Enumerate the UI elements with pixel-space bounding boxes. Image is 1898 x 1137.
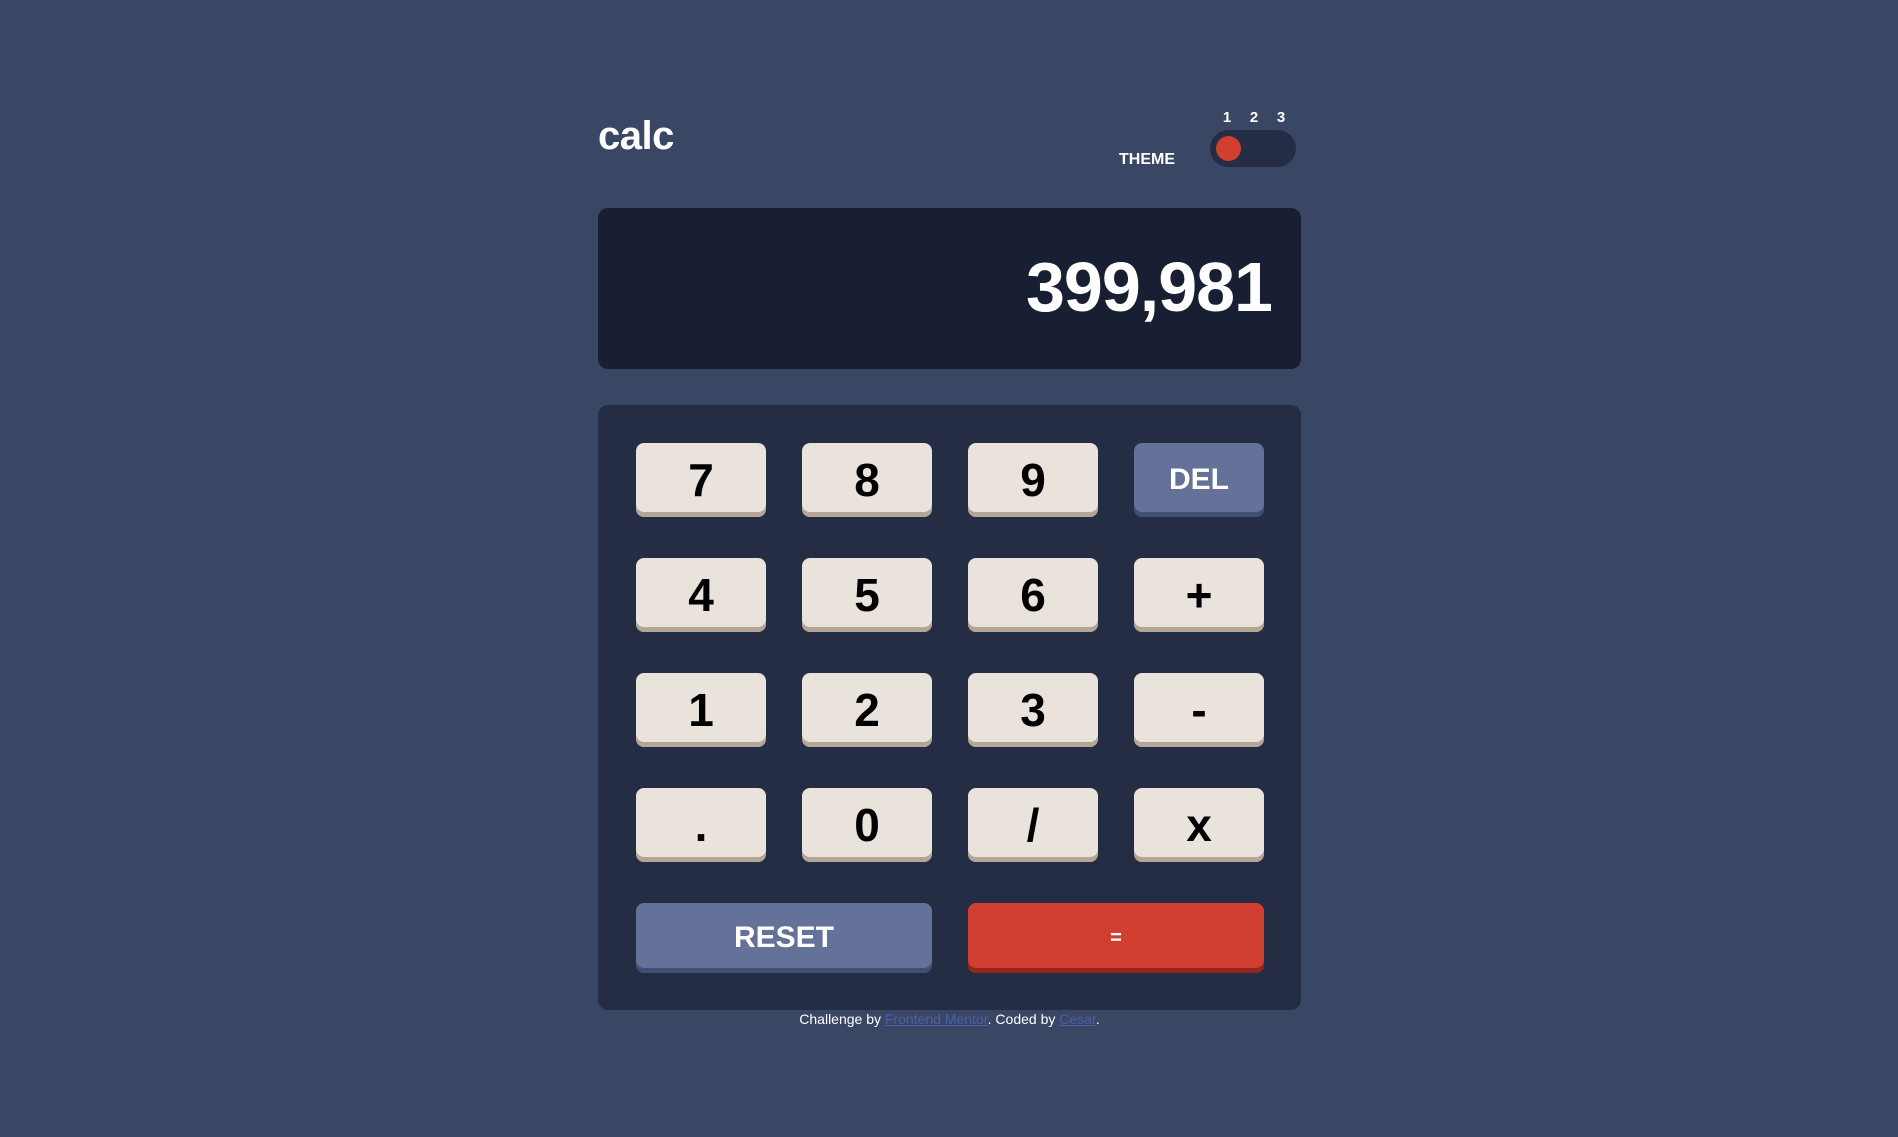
key-divide[interactable]: / — [968, 788, 1098, 862]
key-9[interactable]: 9 — [968, 443, 1098, 517]
app-title: calc — [598, 114, 674, 158]
equals-button[interactable]: = — [968, 903, 1264, 973]
author-link[interactable]: Cesar — [1059, 1011, 1096, 1027]
footer-prefix: Challenge by — [799, 1011, 885, 1027]
theme-number-2[interactable]: 2 — [1244, 110, 1264, 126]
key-0[interactable]: 0 — [802, 788, 932, 862]
key-2[interactable]: 2 — [802, 673, 932, 747]
key-decimal[interactable]: . — [636, 788, 766, 862]
key-8[interactable]: 8 — [802, 443, 932, 517]
reset-button[interactable]: RESET — [636, 903, 932, 973]
key-plus[interactable]: + — [1134, 558, 1264, 632]
key-5[interactable]: 5 — [802, 558, 932, 632]
theme-toggle-knob[interactable] — [1216, 136, 1241, 161]
calculator: calc THEME 1 2 3 399,981 7 8 9 DEL 4 5 6… — [598, 100, 1301, 1027]
key-4[interactable]: 4 — [636, 558, 766, 632]
key-7[interactable]: 7 — [636, 443, 766, 517]
key-minus[interactable]: - — [1134, 673, 1264, 747]
key-1[interactable]: 1 — [636, 673, 766, 747]
delete-button[interactable]: DEL — [1134, 443, 1264, 517]
theme-toggle[interactable] — [1210, 130, 1296, 167]
keypad: 7 8 9 DEL 4 5 6 + 1 2 3 - . 0 / x RESET … — [598, 405, 1301, 1010]
key-multiply[interactable]: x — [1134, 788, 1264, 862]
footer-middle: . Coded by — [987, 1011, 1060, 1027]
theme-label: THEME — [1119, 151, 1175, 168]
theme-number-1[interactable]: 1 — [1217, 110, 1237, 126]
key-6[interactable]: 6 — [968, 558, 1098, 632]
calculator-display: 399,981 — [598, 208, 1301, 369]
calculator-header: calc THEME 1 2 3 — [598, 100, 1301, 208]
key-3[interactable]: 3 — [968, 673, 1098, 747]
frontend-mentor-link[interactable]: Frontend Mentor — [885, 1011, 988, 1027]
display-value: 399,981 — [1025, 248, 1273, 326]
attribution-footer: Challenge by Frontend Mentor. Coded by C… — [598, 1011, 1301, 1027]
theme-numbers: 1 2 3 — [1215, 110, 1299, 126]
theme-number-3[interactable]: 3 — [1271, 110, 1291, 126]
footer-suffix: . — [1095, 1011, 1100, 1027]
